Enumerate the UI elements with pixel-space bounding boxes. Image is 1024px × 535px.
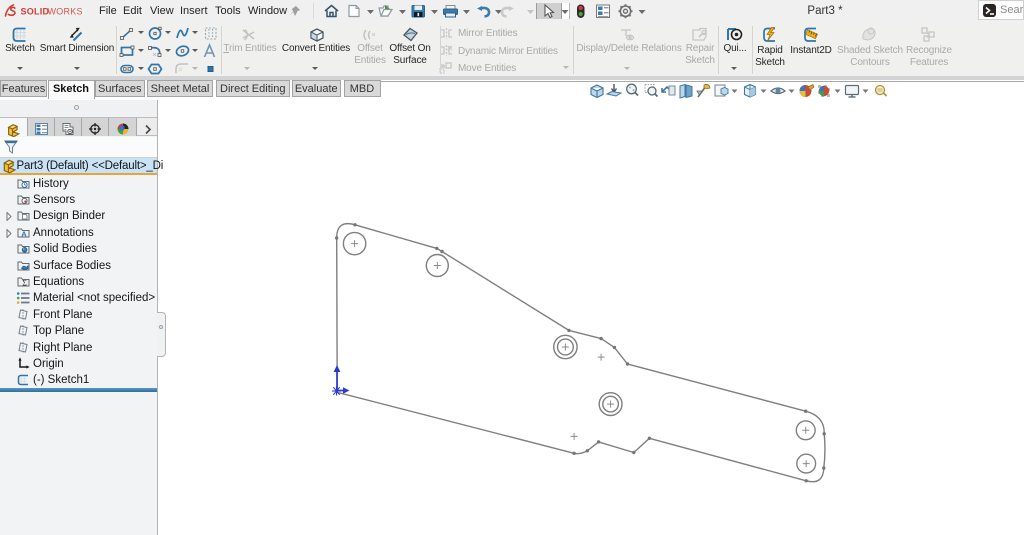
svg-text:Σ: Σ [22, 279, 27, 288]
svg-text:SOLID: SOLID [21, 7, 50, 17]
svg-text:A: A [21, 229, 27, 238]
svg-text:WORKS: WORKS [48, 7, 83, 17]
